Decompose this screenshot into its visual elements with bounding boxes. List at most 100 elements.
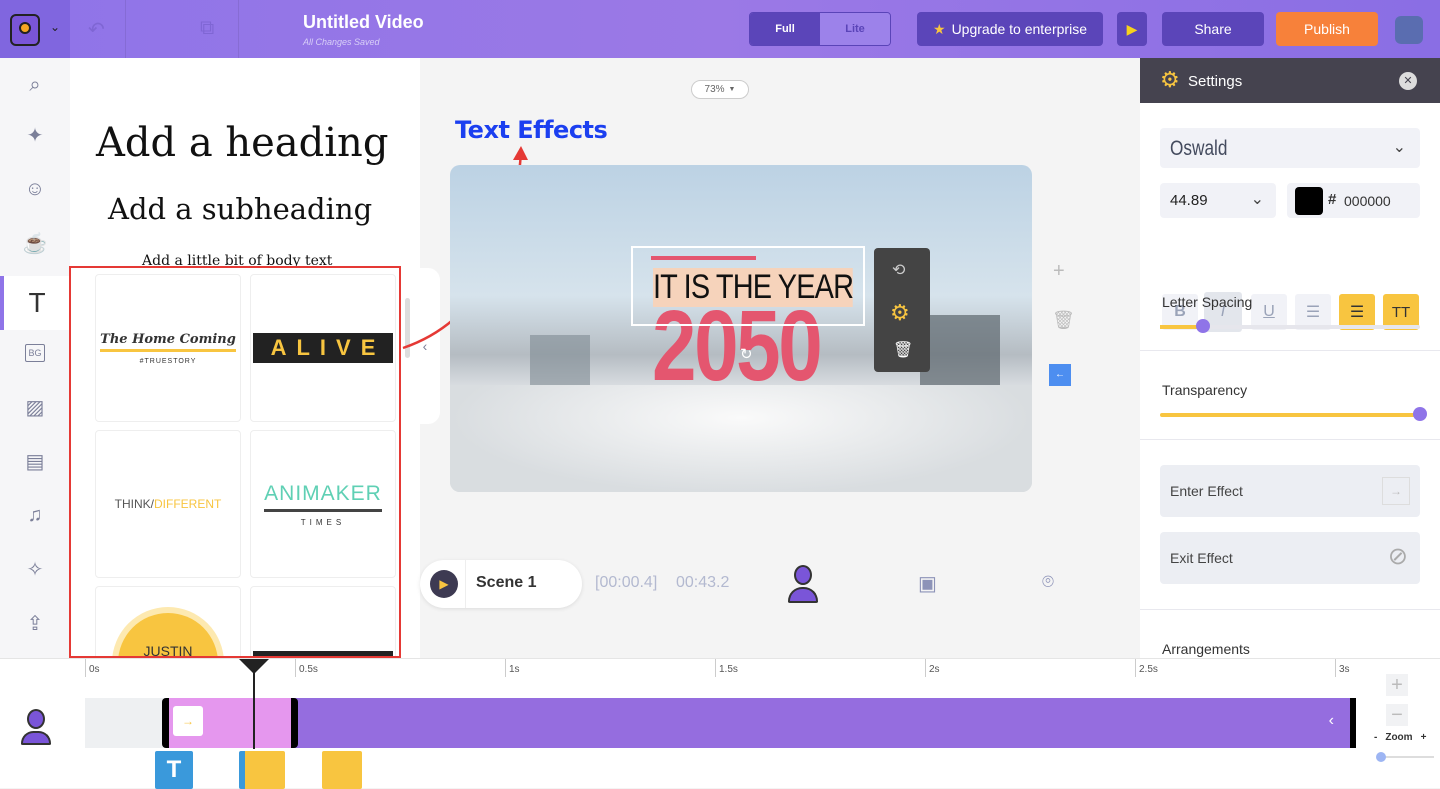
color-hex-input[interactable]: 000000 xyxy=(1344,193,1391,209)
zoom-in-button[interactable]: + xyxy=(1386,674,1408,696)
chevron-down-icon: ⌄ xyxy=(1250,191,1264,208)
template-home-coming[interactable]: The Home Coming #TRUESTORY xyxy=(95,274,241,422)
font-size-select[interactable]: 44.89 ⌄ xyxy=(1160,183,1276,218)
expand-settings-button[interactable]: ← xyxy=(1049,364,1071,386)
element-toolbar: ⟲ ⚙ 🗑 xyxy=(874,248,930,372)
app-menu-button[interactable]: ⌄ xyxy=(0,0,70,58)
enter-effect-button[interactable]: Enter Effect → xyxy=(1160,465,1420,517)
template-dark[interactable] xyxy=(250,586,396,656)
logo-icon xyxy=(10,14,40,46)
animate-icon[interactable]: ⟲ xyxy=(892,260,905,280)
text-icon[interactable]: T xyxy=(0,276,70,330)
character-icon[interactable]: ☺ xyxy=(0,162,70,216)
share-button[interactable]: Share xyxy=(1162,12,1264,46)
total-time: 00:43.2 xyxy=(676,574,730,591)
track-empty xyxy=(85,698,165,748)
tick-label: 1.5s xyxy=(715,659,738,677)
image-icon[interactable]: ▨ xyxy=(0,380,70,434)
slider-handle[interactable] xyxy=(1376,752,1386,762)
play-icon: ▶ xyxy=(1126,20,1138,37)
user-avatar[interactable] xyxy=(1395,16,1423,44)
track-bar[interactable]: ‹ xyxy=(290,698,1356,748)
tick-label: 2s xyxy=(925,659,940,677)
preview-play-button[interactable]: ▶ xyxy=(1117,12,1147,46)
template-think-different[interactable]: THINK/DIFFERENT xyxy=(95,430,241,578)
gear-icon: ⚙ xyxy=(1160,67,1180,92)
publish-button[interactable]: Publish xyxy=(1276,12,1378,46)
undo-icon[interactable]: ↶ xyxy=(88,17,105,42)
selected-text-box[interactable]: IT IS THE YEAR xyxy=(631,246,865,326)
top-bar: ⌄ ↶ ⧉ Untitled Video All Changes Saved F… xyxy=(0,0,1440,58)
character-track-icon[interactable] xyxy=(787,565,819,605)
tick-label: 0s xyxy=(85,659,100,677)
text-line-year: IT IS THE YEAR xyxy=(653,268,854,307)
scene-play-button[interactable]: ▶ xyxy=(430,570,458,598)
upgrade-button[interactable]: ★ Upgrade to enterprise xyxy=(917,12,1103,46)
delete-scene-icon[interactable]: 🗑 xyxy=(1052,310,1075,331)
slider-handle[interactable] xyxy=(1413,407,1427,421)
arrangements-label: Arrangements xyxy=(1162,641,1250,657)
upload-icon[interactable]: ⇪ xyxy=(0,596,70,650)
mode-full[interactable]: Full xyxy=(750,13,820,45)
scene-pill[interactable]: ▶ Scene 1 xyxy=(420,560,582,608)
video-track-icon[interactable]: ▣ xyxy=(918,571,937,596)
gear-icon[interactable]: ⚙ xyxy=(890,300,910,326)
timeline: 0s 0.5s 1s 1.5s 2s 2.5s 3s ‹ → T + − - Zo… xyxy=(0,658,1440,789)
template-justin[interactable]: JUSTIN xyxy=(95,586,241,656)
music-icon[interactable]: ♫ xyxy=(0,488,70,542)
exit-effect-button[interactable]: Exit Effect ⊘ xyxy=(1160,532,1420,584)
text-panel: Add a heading Add a subheading Add a lit… xyxy=(69,58,440,658)
add-heading[interactable]: Add a heading xyxy=(96,120,388,166)
slider-handle[interactable] xyxy=(1196,319,1210,333)
trash-icon[interactable]: 🗑 xyxy=(893,340,913,360)
star-icon: ★ xyxy=(933,20,946,37)
zoom-slider[interactable] xyxy=(1376,752,1434,762)
text-block[interactable]: T xyxy=(155,751,193,789)
zoom-dropdown[interactable]: 73% ▼ xyxy=(691,80,749,99)
tick-label: 3s xyxy=(1335,659,1350,677)
template-grid: The Home Coming #TRUESTORY ALIVE THINK/D… xyxy=(69,266,401,658)
current-time: [00:00.4] xyxy=(595,574,658,591)
add-scene-icon[interactable]: + xyxy=(1053,260,1065,283)
template-animaker-times[interactable]: ANIMAKER TIMES xyxy=(250,430,396,578)
character-track-icon xyxy=(20,709,52,747)
bg-icon[interactable]: BG xyxy=(0,326,70,380)
props-icon[interactable]: ☕ xyxy=(0,216,70,270)
mode-lite[interactable]: Lite xyxy=(820,13,890,45)
none-icon: ⊘ xyxy=(1387,543,1408,570)
add-subheading[interactable]: Add a subheading xyxy=(108,192,372,226)
chevron-down-icon: ⌄ xyxy=(1392,139,1406,156)
tick-label: 1s xyxy=(505,659,520,677)
settings-panel: ⚙ Settings ✕ Oswald ⌄ 44.89 ⌄ # 000000 B… xyxy=(1140,58,1440,658)
settings-header: ⚙ Settings ✕ xyxy=(1140,58,1440,103)
color-picker[interactable]: # 000000 xyxy=(1287,183,1420,218)
rotate-handle-icon[interactable]: ↻ xyxy=(740,345,753,363)
template-alive[interactable]: ALIVE xyxy=(250,274,396,422)
color-swatch[interactable] xyxy=(1295,187,1323,215)
arrow-right-icon: → xyxy=(1382,477,1410,505)
chevron-left-icon: ‹ xyxy=(1328,712,1334,729)
arrow-right-icon: → xyxy=(173,706,203,736)
enter-effect-block[interactable]: → xyxy=(162,698,298,748)
letter-spacing-label: Letter Spacing xyxy=(1162,294,1253,310)
font-select[interactable]: Oswald ⌄ xyxy=(1160,128,1420,168)
zoom-out-button[interactable]: − xyxy=(1386,704,1408,726)
copy-icon[interactable]: ⧉ xyxy=(200,17,214,40)
transparency-slider[interactable] xyxy=(1160,407,1427,421)
close-icon[interactable]: ✕ xyxy=(1399,72,1417,90)
effect-block[interactable] xyxy=(322,751,362,789)
save-status: All Changes Saved xyxy=(303,37,380,47)
effect-block[interactable] xyxy=(239,751,285,789)
video-title[interactable]: Untitled Video xyxy=(303,12,424,33)
camera-focus-icon[interactable]: ⌾ xyxy=(1042,571,1054,594)
scene-icon[interactable]: ✦ xyxy=(0,108,70,162)
effects-icon[interactable]: ✧ xyxy=(0,542,70,596)
mode-toggle[interactable]: Full Lite xyxy=(749,12,891,46)
tick-label: 2.5s xyxy=(1135,659,1158,677)
video-icon[interactable]: ▤ xyxy=(0,434,70,488)
left-rail: ⌕ ✦ ☺ ☕ T BG ▨ ▤ ♫ ✧ ⇪ xyxy=(0,58,70,658)
zoom-label-row: - Zoom + xyxy=(1374,732,1427,743)
letter-spacing-slider[interactable] xyxy=(1160,319,1420,333)
search-icon[interactable]: ⌕ xyxy=(0,58,70,112)
caret-down-icon: ▼ xyxy=(728,86,736,93)
